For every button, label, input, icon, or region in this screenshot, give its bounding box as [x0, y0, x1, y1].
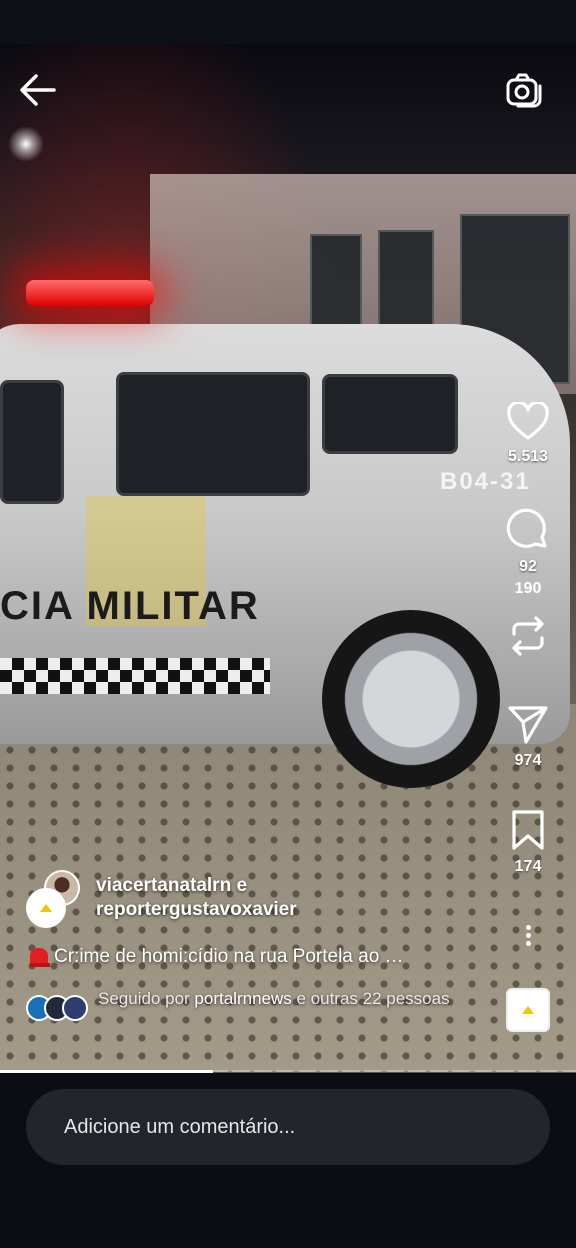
- post-caption[interactable]: Cr:ime de homi:cídio na rua Portela ao …: [30, 946, 470, 968]
- repost-count: 190: [514, 580, 542, 597]
- back-button[interactable]: [18, 72, 58, 108]
- via-certa-logo-icon: [28, 890, 64, 926]
- street-light: [8, 126, 44, 162]
- bookmark-icon: [512, 810, 544, 850]
- send-icon: [508, 706, 548, 744]
- checker-stripe: [0, 658, 270, 694]
- more-options-button[interactable]: [518, 922, 538, 952]
- police-light-bar: [26, 280, 154, 306]
- camera-icon: [506, 73, 542, 108]
- car-wheel: [322, 610, 500, 788]
- audio-thumbnail[interactable]: [506, 988, 550, 1032]
- comment-icon: [506, 508, 547, 548]
- caption-text: Cr:ime de homi:cídio na rua Portela ao …: [54, 946, 404, 967]
- share-count: 974: [514, 752, 542, 769]
- repost-icon: [512, 616, 544, 656]
- car-window-rear: [322, 374, 458, 454]
- car-window-rear-door: [116, 372, 310, 496]
- comment-placeholder: Adicione um comentário...: [64, 1115, 296, 1138]
- followed-suffix: e outras 22 pessoas: [296, 989, 450, 1008]
- more-vertical-icon: [518, 925, 538, 946]
- camera-button[interactable]: [504, 70, 544, 110]
- post-authors[interactable]: viacertanatalrn e reportergustavoxavier: [96, 874, 297, 922]
- followed-user[interactable]: portalrnnews: [194, 989, 291, 1008]
- car-door-text: CIA MILITAR: [0, 584, 260, 628]
- car-window-front: [0, 380, 64, 504]
- comment-area: Adicione um comentário...: [0, 1073, 576, 1248]
- like-button[interactable]: 5.513: [496, 402, 560, 466]
- car-plate-text: B04-31: [440, 468, 531, 495]
- like-count: 5.513: [507, 448, 549, 465]
- save-button[interactable]: 174: [496, 808, 560, 876]
- avatar-author[interactable]: [26, 888, 66, 928]
- arrow-left-icon: [20, 74, 56, 106]
- save-count: 174: [514, 858, 542, 875]
- via-certa-logo-icon: [508, 990, 548, 1030]
- followed-prefix: Seguido por: [98, 989, 190, 1008]
- siren-icon: [30, 948, 50, 967]
- comment-button[interactable]: 92: [496, 508, 560, 576]
- author-username[interactable]: viacertanatalrn: [96, 875, 231, 896]
- heart-icon: [507, 402, 549, 440]
- coauthor-username[interactable]: reportergustavoxavier: [96, 899, 297, 920]
- share-button[interactable]: 974: [496, 702, 560, 770]
- status-bar: [0, 0, 576, 44]
- comment-count: 92: [519, 558, 537, 575]
- repost-button[interactable]: 190: [496, 580, 560, 658]
- followed-by-text[interactable]: Seguido por portalrnnews e outras 22 pes…: [98, 988, 478, 1010]
- author-connector: e: [236, 875, 248, 896]
- follower-avatar-3: [62, 995, 88, 1021]
- comment-input[interactable]: Adicione um comentário...: [26, 1089, 550, 1165]
- followers-avatars[interactable]: [26, 995, 90, 1023]
